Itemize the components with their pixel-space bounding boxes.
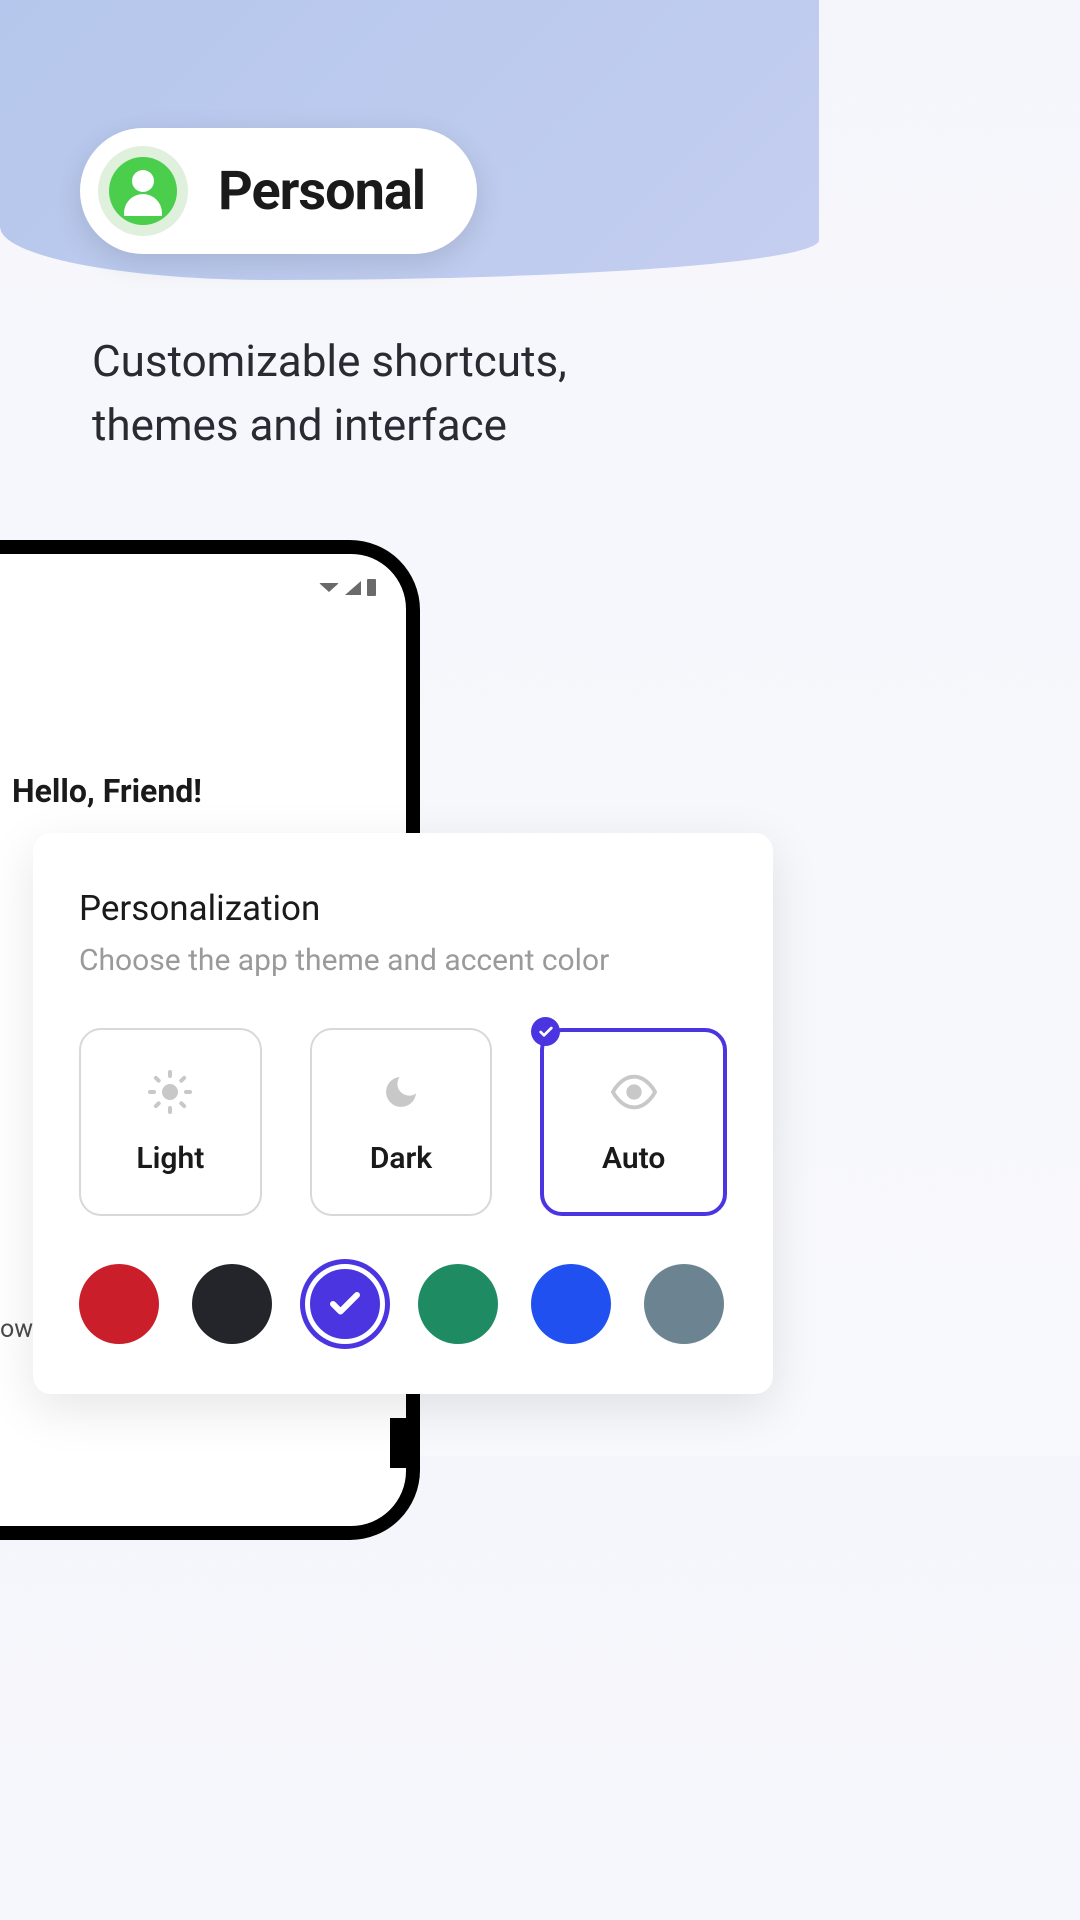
theme-options-row: Light Dark Auto [79,1028,727,1216]
sun-icon [145,1069,195,1115]
color-swatch-green[interactable] [418,1264,498,1344]
theme-option-dark[interactable]: Dark [310,1028,493,1216]
eye-icon [609,1069,659,1115]
person-icon [109,157,177,225]
person-icon-container [98,146,188,236]
personal-badge: Personal [80,128,477,254]
card-title: Personalization [79,888,727,929]
color-options-row [79,1264,727,1344]
status-bar [319,579,376,596]
theme-option-light[interactable]: Light [79,1028,262,1216]
page-subtitle: Customizable shortcuts,themes and interf… [92,330,567,458]
moon-icon [376,1069,426,1115]
color-swatch-blue[interactable] [531,1264,611,1344]
theme-label-dark: Dark [370,1141,432,1176]
theme-option-auto[interactable]: Auto [540,1028,727,1216]
phone-bottom-fragment [390,1418,420,1468]
personal-label: Personal [218,160,425,223]
greeting-text: Hello, Friend! [12,772,202,810]
card-subtitle: Choose the app theme and accent color [79,943,727,978]
color-swatch-purple[interactable] [305,1264,385,1344]
signal-icon [345,581,361,595]
wifi-icon [319,583,339,592]
color-swatch-black[interactable] [192,1264,272,1344]
personalization-card: Personalization Choose the app theme and… [33,833,773,1394]
battery-icon [367,579,376,596]
theme-label-light: Light [136,1141,204,1176]
color-swatch-grey[interactable] [644,1264,724,1344]
color-swatch-red[interactable] [79,1264,159,1344]
theme-label-auto: Auto [602,1141,665,1176]
check-badge-icon [531,1017,560,1046]
check-icon [327,1286,363,1322]
